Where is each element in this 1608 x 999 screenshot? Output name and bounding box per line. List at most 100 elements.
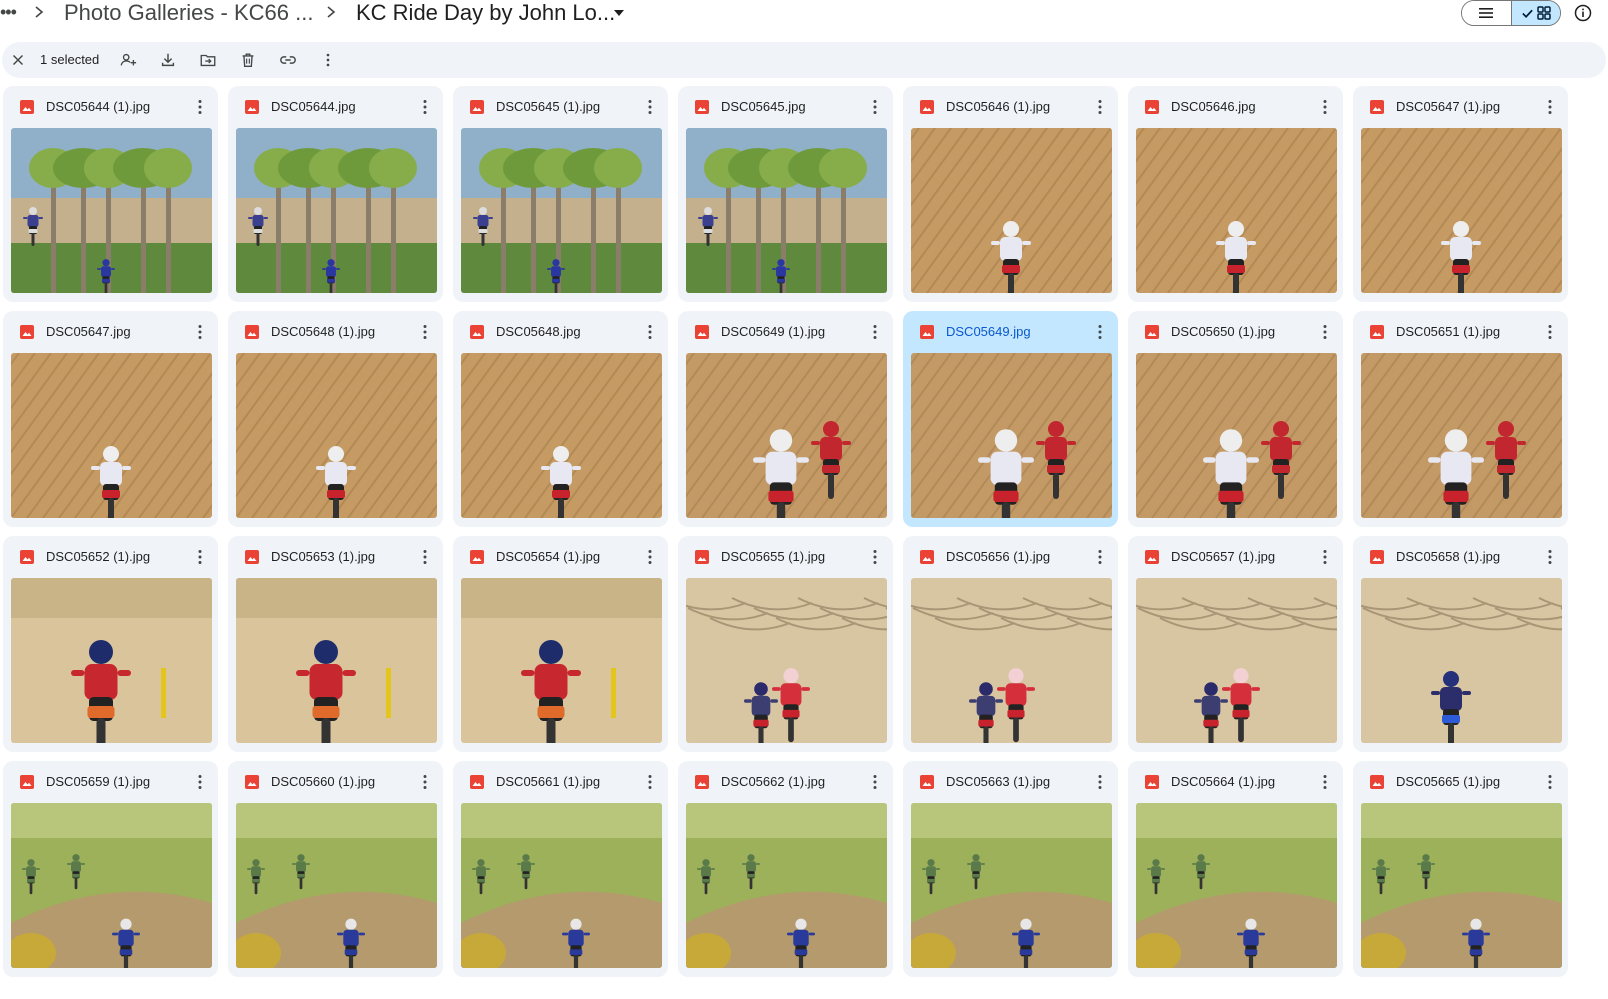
share-icon[interactable] (118, 50, 138, 70)
file-card[interactable]: DSC05665 (1).jpg (1353, 761, 1568, 977)
image-thumbnail[interactable] (1136, 578, 1337, 743)
image-thumbnail[interactable] (461, 353, 662, 518)
more-vert-icon[interactable] (643, 547, 657, 567)
image-thumbnail[interactable] (911, 803, 1112, 968)
link-icon[interactable] (278, 50, 298, 70)
file-card[interactable]: DSC05658 (1).jpg (1353, 536, 1568, 752)
more-vert-icon[interactable] (868, 97, 882, 117)
file-card[interactable]: DSC05650 (1).jpg (1128, 311, 1343, 527)
file-card[interactable]: DSC05649 (1).jpg (678, 311, 893, 527)
file-card[interactable]: DSC05647 (1).jpg (1353, 86, 1568, 302)
file-card[interactable]: DSC05646 (1).jpg (903, 86, 1118, 302)
image-thumbnail[interactable] (911, 578, 1112, 743)
more-vert-icon[interactable] (1093, 322, 1107, 342)
image-thumbnail[interactable] (1361, 803, 1562, 968)
image-thumbnail[interactable] (686, 128, 887, 293)
more-vert-icon[interactable] (1543, 322, 1557, 342)
image-thumbnail[interactable] (236, 578, 437, 743)
more-vert-icon[interactable] (868, 772, 882, 792)
image-thumbnail[interactable] (236, 128, 437, 293)
breadcrumb-current-folder[interactable]: KC Ride Day by John Lo... (356, 0, 615, 26)
file-card[interactable]: DSC05644.jpg (228, 86, 443, 302)
image-file-icon (919, 774, 935, 790)
move-to-folder-icon[interactable] (198, 50, 218, 70)
file-card[interactable]: DSC05652 (1).jpg (3, 536, 218, 752)
file-card[interactable]: DSC05663 (1).jpg (903, 761, 1118, 977)
file-card[interactable]: DSC05647.jpg (3, 311, 218, 527)
image-thumbnail[interactable] (1136, 128, 1337, 293)
file-card[interactable]: DSC05664 (1).jpg (1128, 761, 1343, 977)
image-thumbnail[interactable] (686, 353, 887, 518)
image-thumbnail[interactable] (461, 803, 662, 968)
image-thumbnail[interactable] (11, 128, 212, 293)
more-vert-icon[interactable] (1543, 547, 1557, 567)
more-vert-icon[interactable] (1093, 772, 1107, 792)
file-card[interactable]: DSC05662 (1).jpg (678, 761, 893, 977)
more-vert-icon[interactable] (193, 322, 207, 342)
file-card[interactable]: DSC05648 (1).jpg (228, 311, 443, 527)
more-vert-icon[interactable] (868, 547, 882, 567)
image-thumbnail[interactable] (461, 128, 662, 293)
more-vert-icon[interactable] (1543, 772, 1557, 792)
info-icon[interactable] (1573, 3, 1593, 23)
more-vert-icon[interactable] (193, 547, 207, 567)
more-vert-icon[interactable] (1093, 547, 1107, 567)
file-card[interactable]: DSC05651 (1).jpg (1353, 311, 1568, 527)
image-thumbnail[interactable] (11, 803, 212, 968)
more-vert-icon[interactable] (1318, 772, 1332, 792)
breadcrumb-overflow-button[interactable]: ••• (0, 0, 17, 24)
breadcrumb-parent-folder[interactable]: Photo Galleries - KC66 ... (64, 0, 313, 26)
image-thumbnail[interactable] (1136, 353, 1337, 518)
file-card[interactable]: DSC05655 (1).jpg (678, 536, 893, 752)
more-vert-icon[interactable] (418, 97, 432, 117)
more-vert-icon[interactable] (418, 547, 432, 567)
file-name: DSC05648.jpg (496, 324, 581, 339)
image-thumbnail[interactable] (461, 578, 662, 743)
more-vert-icon[interactable] (643, 97, 657, 117)
file-card[interactable]: DSC05648.jpg (453, 311, 668, 527)
more-vert-icon[interactable] (1093, 97, 1107, 117)
image-thumbnail[interactable] (1136, 803, 1337, 968)
more-vert-icon[interactable] (193, 772, 207, 792)
file-card[interactable]: DSC05649.jpg (903, 311, 1118, 527)
image-thumbnail[interactable] (236, 803, 437, 968)
image-thumbnail[interactable] (236, 353, 437, 518)
more-vert-icon[interactable] (643, 772, 657, 792)
file-card[interactable]: DSC05656 (1).jpg (903, 536, 1118, 752)
list-view-button[interactable] (1462, 1, 1511, 25)
image-thumbnail[interactable] (11, 353, 212, 518)
file-card[interactable]: DSC05644 (1).jpg (3, 86, 218, 302)
file-card[interactable]: DSC05653 (1).jpg (228, 536, 443, 752)
close-icon[interactable] (8, 50, 28, 70)
file-card[interactable]: DSC05661 (1).jpg (453, 761, 668, 977)
more-vert-icon[interactable] (643, 322, 657, 342)
more-vert-icon[interactable] (418, 772, 432, 792)
file-card[interactable]: DSC05645.jpg (678, 86, 893, 302)
file-card[interactable]: DSC05659 (1).jpg (3, 761, 218, 977)
more-vert-icon[interactable] (418, 322, 432, 342)
more-vert-icon[interactable] (868, 322, 882, 342)
more-vert-icon[interactable] (1318, 97, 1332, 117)
more-vert-icon[interactable] (1318, 547, 1332, 567)
image-thumbnail[interactable] (686, 578, 887, 743)
download-icon[interactable] (158, 50, 178, 70)
trash-icon[interactable] (238, 50, 258, 70)
more-vert-icon[interactable] (1543, 97, 1557, 117)
image-thumbnail[interactable] (686, 803, 887, 968)
image-thumbnail[interactable] (1361, 128, 1562, 293)
folder-menu-dropdown-icon[interactable] (612, 6, 626, 20)
more-vert-icon[interactable] (1318, 322, 1332, 342)
file-card[interactable]: DSC05654 (1).jpg (453, 536, 668, 752)
grid-view-button[interactable] (1510, 1, 1560, 25)
file-card[interactable]: DSC05645 (1).jpg (453, 86, 668, 302)
image-thumbnail[interactable] (911, 353, 1112, 518)
file-card[interactable]: DSC05657 (1).jpg (1128, 536, 1343, 752)
more-vert-icon[interactable] (193, 97, 207, 117)
file-card[interactable]: DSC05660 (1).jpg (228, 761, 443, 977)
image-thumbnail[interactable] (911, 128, 1112, 293)
image-thumbnail[interactable] (1361, 353, 1562, 518)
image-thumbnail[interactable] (11, 578, 212, 743)
more-vert-icon[interactable] (318, 50, 338, 70)
file-card[interactable]: DSC05646.jpg (1128, 86, 1343, 302)
image-thumbnail[interactable] (1361, 578, 1562, 743)
